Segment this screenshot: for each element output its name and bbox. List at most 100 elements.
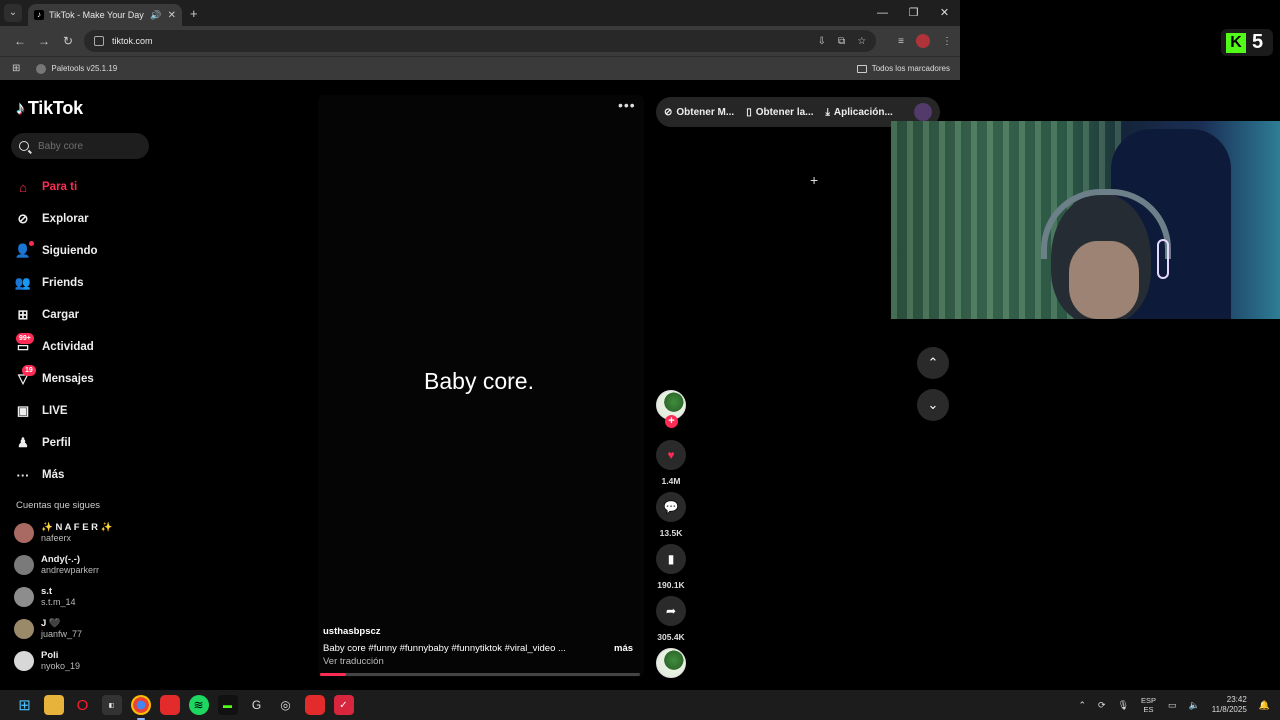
nav-label: Siguiendo: [42, 245, 98, 257]
apps-grid-icon[interactable]: ⊞: [12, 63, 20, 74]
avatar: [14, 523, 34, 543]
account-name: s.t: [41, 586, 53, 597]
steam-icon[interactable]: ◎: [276, 695, 296, 715]
lang-top: ESP: [1141, 696, 1157, 705]
start-button[interactable]: ⊞: [15, 695, 35, 715]
nav-item-perfil[interactable]: ♟ Perfil: [14, 427, 98, 459]
nav-label: Perfil: [42, 437, 71, 449]
share-button[interactable]: ➦: [656, 596, 686, 626]
media-control-icon[interactable]: ≡: [898, 36, 904, 47]
bookmark-star-icon[interactable]: ☆: [857, 36, 866, 47]
reload-button[interactable]: ↻: [56, 34, 80, 48]
close-tab-icon[interactable]: ✕: [168, 10, 176, 21]
nav-item-cargar[interactable]: ⊞ Cargar: [14, 299, 98, 331]
browser-tab[interactable]: ♪ TikTok - Make Your Day 🔊 ✕: [28, 4, 182, 26]
webcam-feed: [891, 121, 1280, 319]
file-explorer-icon[interactable]: [43, 695, 64, 715]
following-title: Cuentas que sigues: [16, 500, 100, 511]
app-terminal-icon[interactable]: ▬: [217, 695, 238, 715]
nav-item-para-ti[interactable]: ⌂ Para ti: [14, 171, 98, 203]
spotify-icon[interactable]: ≋: [188, 695, 209, 715]
kick-viewer-counter: K 5: [1221, 29, 1273, 56]
network-icon[interactable]: ▭: [1168, 700, 1177, 711]
all-bookmarks[interactable]: Todos los marcadores: [856, 64, 950, 73]
translate-icon[interactable]: ⧉: [838, 36, 845, 47]
translate-link[interactable]: Ver traducción: [323, 656, 384, 667]
microphone-icon[interactable]: 🎙: [1118, 700, 1129, 711]
get-coins-label: Obtener M...: [676, 106, 735, 118]
profile-avatar[interactable]: [916, 34, 930, 48]
chevron-down-icon: ⌄: [927, 397, 939, 412]
following-account[interactable]: J 🖤 juanfw_77: [14, 613, 113, 645]
windows-logo-icon: ⊞: [18, 697, 31, 714]
nav-item-live[interactable]: ▣ LIVE: [14, 395, 98, 427]
account-name: Andy(-.-): [41, 554, 81, 565]
back-button[interactable]: ←: [8, 34, 32, 48]
avatar: [14, 651, 34, 671]
tab-search-button[interactable]: ⌄: [4, 4, 22, 22]
following-account[interactable]: ✨ N A F E R ✨ nafeerx: [14, 517, 113, 549]
nav-item-siguiendo[interactable]: 👤 Siguiendo: [14, 235, 98, 267]
tiktok-logo[interactable]: ♪ TikTok: [16, 98, 83, 119]
logitech-icon[interactable]: G: [247, 695, 267, 715]
forward-button[interactable]: →: [32, 34, 56, 48]
app-check-icon[interactable]: ✓: [333, 695, 354, 715]
close-window-button[interactable]: ✕: [929, 0, 960, 26]
comment-count: 13.5K: [659, 528, 683, 538]
search-input[interactable]: Baby core: [11, 133, 149, 159]
video-username[interactable]: usthasbpscz: [323, 626, 381, 637]
notification-bell-icon[interactable]: 🔔: [1259, 700, 1270, 711]
site-info-icon[interactable]: [94, 36, 104, 46]
tray-overflow-icon[interactable]: ⌃: [1079, 700, 1087, 711]
nav-item-friends[interactable]: 👥 Friends: [14, 267, 98, 299]
bookmark-paletools[interactable]: Paletools v25.1.19: [51, 64, 117, 73]
like-button[interactable]: ♥: [656, 440, 686, 470]
get-app-button[interactable]: ▯ Obtener la...: [746, 107, 813, 118]
nav-label: Mensajes: [42, 373, 94, 385]
progress-fill: [320, 673, 346, 676]
nav-item-explorar[interactable]: ⊘ Explorar: [14, 203, 98, 235]
clock[interactable]: 23:42 11/8/2025: [1212, 695, 1247, 715]
speaker-icon[interactable]: 🔊: [150, 10, 161, 21]
app-red2-icon[interactable]: [304, 695, 325, 715]
tiktok-favicon-icon: ♪: [34, 10, 44, 20]
following-account[interactable]: s.t s.t.m_14: [14, 581, 113, 613]
bookmark-icon: ▮: [667, 552, 675, 566]
follow-plus-button[interactable]: +: [665, 415, 678, 428]
obs-app-icon[interactable]: ◧: [101, 695, 122, 715]
avatar: [14, 619, 34, 639]
video-progress-bar[interactable]: [320, 673, 640, 676]
nav-label: Explorar: [42, 213, 89, 225]
sync-icon[interactable]: ⟳: [1098, 700, 1106, 711]
nav-item-mas[interactable]: ··· Más: [14, 459, 98, 491]
address-bar[interactable]: tiktok.com ⇩ ⧉ ☆: [84, 30, 877, 52]
minimize-button[interactable]: —: [867, 0, 898, 26]
opera-icon[interactable]: O: [73, 695, 93, 715]
account-handle: s.t.m_14: [41, 597, 76, 607]
following-account[interactable]: Poli nyoko_19: [14, 645, 113, 677]
comment-button[interactable]: 💬: [656, 492, 686, 522]
download-app-button[interactable]: ⤓ Aplicación...: [826, 107, 893, 118]
browser-menu-icon[interactable]: ⋮: [942, 36, 952, 47]
install-app-icon[interactable]: ⇩: [818, 36, 826, 47]
user-avatar[interactable]: [914, 103, 932, 121]
nav-item-actividad[interactable]: ▭ 99+ Actividad: [14, 331, 98, 363]
restore-button[interactable]: ❐: [898, 0, 929, 26]
next-video-button[interactable]: ⌄: [917, 389, 949, 421]
previous-video-button[interactable]: ⌃: [917, 347, 949, 379]
nav-item-mensajes[interactable]: ▽ 19 Mensajes: [14, 363, 98, 395]
headphone-light: [1157, 239, 1169, 279]
save-button[interactable]: ▮: [656, 544, 686, 574]
volume-icon[interactable]: 🔈: [1189, 700, 1200, 711]
app-red-icon[interactable]: [159, 695, 180, 715]
following-account[interactable]: Andy(-.-) andrewparkerr: [14, 549, 113, 581]
video-options-icon[interactable]: •••: [618, 97, 636, 113]
chrome-icon[interactable]: [130, 695, 151, 720]
get-coins-button[interactable]: ⊘ Obtener M...: [664, 107, 734, 118]
sound-disc[interactable]: [656, 648, 686, 678]
live-icon: ▣: [16, 403, 30, 418]
new-tab-button[interactable]: +: [190, 6, 198, 21]
language-indicator[interactable]: ESP ES: [1141, 696, 1156, 714]
more-link[interactable]: más: [614, 643, 633, 654]
side-nav: ⌂ Para ti ⊘ Explorar 👤 Siguiendo 👥 Frien…: [14, 171, 98, 491]
